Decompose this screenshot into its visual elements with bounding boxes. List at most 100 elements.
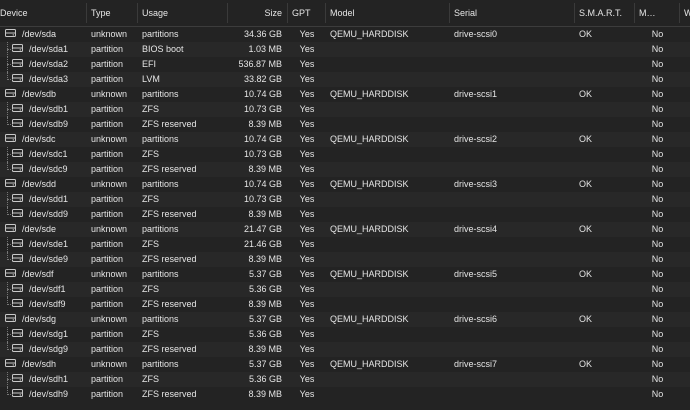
partition-row[interactable]: /dev/sdb1 partition ZFS 10.73 GB Yes No [0,102,690,117]
device-cell: /dev/sdg [0,312,87,327]
partition-row[interactable]: /dev/sdg9 partition ZFS reserved 8.39 MB Yes… [0,342,690,357]
size-cell: 5.36 GB [248,284,282,294]
extra-cell [680,177,690,192]
model-cell [326,297,450,312]
type-cell: unknown [91,314,128,324]
hard-drive-icon [3,312,22,327]
type-cell: partition [91,329,124,339]
type-cell: partition [91,254,124,264]
mounted-cell: No [651,164,664,174]
device-cell: /dev/sde1 [0,237,87,252]
usage-cell: partitions [142,359,179,369]
mounted-cell: No [651,74,664,84]
partition-row[interactable]: /dev/sda2 partition EFI 536.87 MB Yes No [0,57,690,72]
type-cell: partition [91,299,124,309]
partition-row[interactable]: /dev/sdd9 partition ZFS reserved 8.39 MB Yes… [0,207,690,222]
partition-row[interactable]: /dev/sda1 partition BIOS boot 1.03 MB Yes No [0,42,690,57]
mounted-cell: No [651,389,664,399]
mounted-cell: No [651,239,664,249]
extra-cell [680,297,690,312]
size-cell: 10.73 GB [243,194,282,204]
device-cell: /dev/sdb [0,87,87,102]
extra-cell [680,42,690,57]
smart-cell [575,72,635,87]
column-header-size[interactable]: Size [228,0,288,27]
serial-cell [450,297,575,312]
gpt-cell: Yes [299,359,315,369]
disk-row[interactable]: /dev/sde unknown partitions 21.47 GB Yes QEMU… [0,222,690,237]
column-header-usage[interactable]: Usage [138,0,228,27]
type-cell: partition [91,194,124,204]
gpt-cell: Yes [299,149,315,159]
partition-row[interactable]: /dev/sdg1 partition ZFS 5.36 GB Yes No [0,327,690,342]
model-cell: QEMU_HARDDISK [330,29,409,39]
smart-cell: OK [579,269,593,279]
partition-row[interactable]: /dev/sdc9 partition ZFS reserved 8.39 MB Yes… [0,162,690,177]
size-cell: 34.36 GB [243,29,282,39]
partition-row[interactable]: /dev/sdd1 partition ZFS 10.73 GB Yes No [0,192,690,207]
hard-drive-icon [3,267,22,282]
tree-connector [0,252,13,267]
mounted-cell: No [651,59,664,69]
partition-row[interactable]: /dev/sdc1 partition ZFS 10.73 GB Yes No [0,147,690,162]
grid-body: /dev/sda unknown partitions 34.36 GB Yes QEMU… [0,27,690,403]
disk-row[interactable]: /dev/sdb unknown partitions 10.74 GB Yes QEMU… [0,87,690,102]
partition-row[interactable]: /dev/sde9 partition ZFS reserved 8.39 MB Yes… [0,252,690,267]
column-header-type[interactable]: Type [87,0,138,27]
partition-row[interactable]: /dev/sdb9 partition ZFS reserved 8.39 MB Yes… [0,117,690,132]
mounted-cell: No [651,209,664,219]
device-cell: /dev/sdc1 [0,147,87,162]
usage-cell: partitions [142,89,179,99]
partition-row[interactable]: /dev/sdf1 partition ZFS 5.36 GB Yes No [0,282,690,297]
partition-row[interactable]: /dev/sda3 partition LVM 33.82 GB Yes No [0,72,690,87]
extra-cell [680,237,690,252]
column-header-serial[interactable]: Serial [450,0,575,27]
device-cell: /dev/sdf9 [0,297,87,312]
column-header-mounted[interactable]: M… [635,0,680,27]
tree-connector [0,57,13,72]
column-header-device[interactable]: Device [0,0,87,27]
device-cell: /dev/sdg1 [0,327,87,342]
size-cell: 21.47 GB [243,224,282,234]
serial-cell [450,387,575,402]
extra-cell [680,312,690,327]
device-name: /dev/sda3 [29,74,69,84]
gpt-cell: Yes [299,59,315,69]
column-header-gpt[interactable]: GPT [288,0,326,27]
disk-row[interactable]: /dev/sdg unknown partitions 5.37 GB Yes QEMU_… [0,312,690,327]
partition-row[interactable]: /dev/sdh1 partition ZFS 5.36 GB Yes No [0,372,690,387]
tree-connector [0,192,13,207]
column-header-smart[interactable]: S.M.A.R.T. [575,0,635,27]
mounted-cell: No [651,314,664,324]
disk-row[interactable]: /dev/sdc unknown partitions 10.74 GB Yes QEMU… [0,132,690,147]
partition-row[interactable]: /dev/sdf9 partition ZFS reserved 8.39 MB Yes… [0,297,690,312]
device-cell: /dev/sdd [0,177,87,192]
type-cell: partition [91,74,124,84]
mounted-cell: No [651,194,664,204]
device-name: /dev/sdb1 [29,104,69,114]
model-cell: QEMU_HARDDISK [330,314,409,324]
gpt-cell: Yes [299,299,315,309]
serial-cell [450,162,575,177]
smart-cell [575,387,635,402]
type-cell: unknown [91,89,128,99]
partition-row[interactable]: /dev/sde1 partition ZFS 21.46 GB Yes No [0,237,690,252]
gpt-cell: Yes [299,89,315,99]
disk-row[interactable]: /dev/sda unknown partitions 34.36 GB Yes QEMU… [0,27,690,43]
usage-cell: ZFS reserved [142,164,197,174]
serial-cell: drive-scsi3 [454,179,498,189]
disk-row[interactable]: /dev/sdh unknown partitions 5.37 GB Yes QEMU_… [0,357,690,372]
serial-cell [450,57,575,72]
extra-cell [680,267,690,282]
model-cell [326,147,450,162]
usage-cell: ZFS reserved [142,209,197,219]
partition-row[interactable]: /dev/sdh9 partition ZFS reserved 8.39 MB Yes… [0,387,690,402]
device-cell: /dev/sda3 [0,72,87,87]
device-name: /dev/sdc1 [29,149,68,159]
disk-row[interactable]: /dev/sdd unknown partitions 10.74 GB Yes QEMU… [0,177,690,192]
size-cell: 8.39 MB [248,164,282,174]
disk-row[interactable]: /dev/sdf unknown partitions 5.37 GB Yes QEMU_… [0,267,690,282]
size-cell: 10.73 GB [243,149,282,159]
column-header-extra[interactable]: W [680,0,690,27]
column-header-model[interactable]: Model [326,0,450,27]
